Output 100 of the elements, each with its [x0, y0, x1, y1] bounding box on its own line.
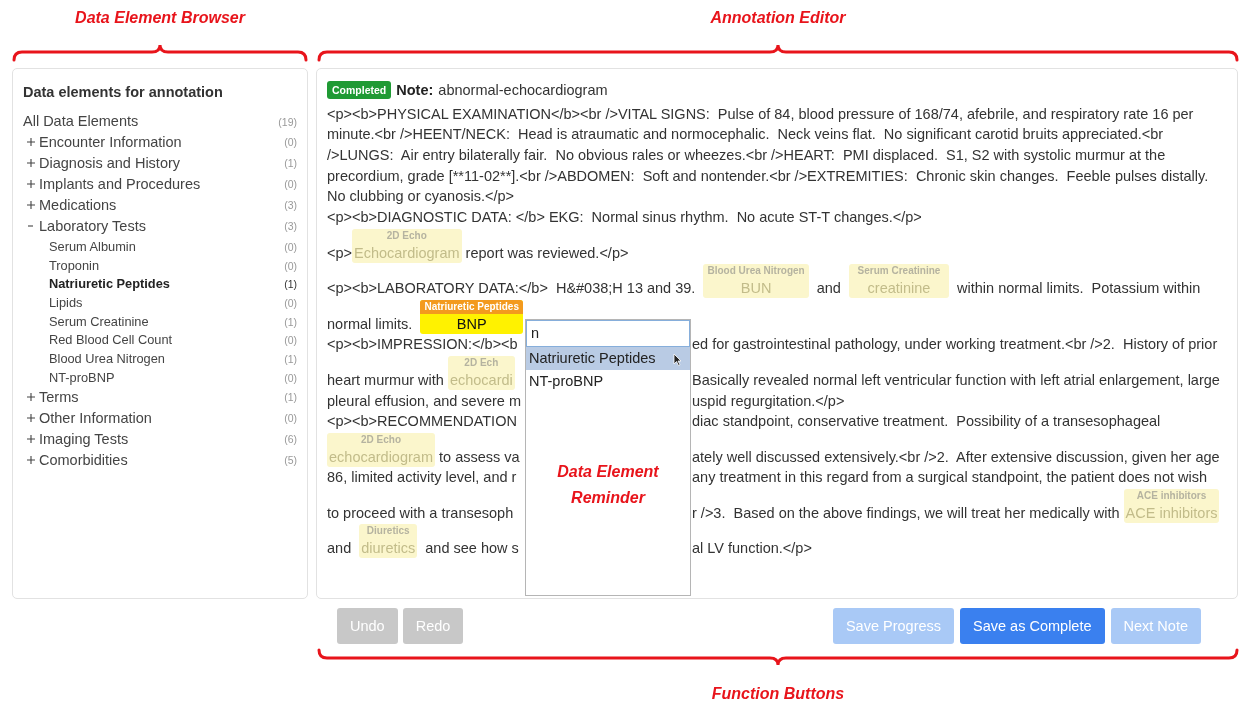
tree-item[interactable]: Other Information — [39, 409, 152, 426]
callout-label: Data Element — [557, 461, 659, 482]
item-count: (5) — [284, 453, 297, 466]
item-count: (3) — [284, 199, 297, 211]
note-text: <p><b>LABORATORY DATA:</b> H&#038;H 13 and 39. — [327, 279, 697, 299]
tree-item[interactable]: Serum Creatinine — [49, 313, 149, 329]
note-text: <p><b>IMPRESSION:</b><b — [327, 335, 518, 355]
note-text: and see how s — [424, 539, 519, 559]
annotation-label: 2D Ech — [463, 355, 500, 370]
annotation-label: Natriuretic Peptides — [420, 299, 523, 314]
plus-icon[interactable] — [27, 201, 35, 209]
annotation-label: Serum Creatinine — [856, 264, 942, 279]
annotation-label: Diuretics — [365, 524, 411, 539]
plus-icon[interactable] — [27, 455, 35, 464]
note-text: pleural effusion, and severe m — [327, 391, 521, 411]
status-badge: Completed — [327, 81, 392, 99]
item-count: (1) — [284, 390, 297, 403]
item-count: (0) — [284, 297, 297, 310]
note-text: ately well discussed extensively.<br />2. After extensive discussion, given her age — [692, 447, 1220, 467]
callout-label: Annotation Editor — [710, 8, 846, 28]
item-count: (1) — [284, 353, 297, 366]
note-text: Basically revealed normal left ventricular function with left atrial enlargement, large — [692, 370, 1220, 390]
minus-icon[interactable] — [27, 222, 35, 230]
note-text: and — [327, 539, 353, 559]
item-count: (1) — [284, 315, 297, 328]
item-count: (0) — [284, 334, 297, 347]
note-text: normal limits. — [327, 314, 414, 334]
annotated-text: echocardiogram — [328, 447, 434, 467]
annotation-highlight[interactable]: Natriuretic Peptides BNP — [420, 299, 523, 334]
annotation-label: Blood Urea Nitrogen — [706, 264, 806, 279]
item-count: (0) — [284, 136, 297, 148]
panel-title: Data elements for annotation — [23, 84, 224, 100]
note-text: and — [815, 279, 842, 299]
note-text: uspid regurgitation.</p> — [692, 391, 845, 411]
note-text: to assess va — [438, 447, 520, 467]
note-text: ed for gastrointestinal pathology, under working treatment.<br />2. History of prior — [692, 335, 1218, 355]
tree-item[interactable]: Lipids — [49, 295, 83, 311]
plus-icon[interactable] — [27, 413, 35, 422]
callout-label: Data Element Browser — [75, 8, 245, 28]
item-count: (1) — [284, 157, 297, 169]
note-text: diac standpoint, conservative treatment. Possibility of a transesophageal — [692, 412, 1161, 432]
annotation-label: ACE inhibitors — [1135, 488, 1208, 503]
item-count: (0) — [284, 411, 297, 424]
plus-icon[interactable] — [27, 138, 35, 146]
search-field[interactable]: n — [526, 319, 690, 347]
note-text: <p><b>RECOMMENDATION — [327, 412, 517, 432]
note-text: heart murmur with — [327, 370, 445, 390]
tree-item[interactable]: Encounter Information — [39, 134, 182, 150]
annotated-text: echocardi — [448, 370, 514, 390]
note-text: within normal limits. Potassium within — [956, 279, 1201, 299]
item-count: (3) — [284, 220, 297, 232]
tree-item[interactable]: Implants and Procedures — [39, 176, 201, 192]
tree-item[interactable]: Troponin — [49, 257, 100, 273]
tree-item[interactable]: NT-proBNP — [49, 369, 115, 385]
mouse-pointer-icon — [673, 352, 682, 366]
plus-icon[interactable] — [27, 392, 35, 401]
annotated-text: BNP — [455, 314, 488, 334]
annotated-text: BUN — [739, 279, 773, 299]
tree-item[interactable]: Terms — [39, 388, 79, 405]
item-count: (0) — [284, 259, 297, 272]
tree-item[interactable]: Red Blood Cell Count — [49, 332, 173, 348]
note-text: />LUNGS: Air entry bilaterally fair. No obvious rales or wheezes.<br />HEART: PMI displaced. S1, S2 with systolic murmur at the — [327, 146, 1166, 166]
note-text: No clubbing or cyanosis.</p> — [327, 187, 514, 207]
tree-item[interactable]: Imaging Tests — [39, 430, 129, 447]
suggestion-option[interactable]: NT-proBNP — [526, 369, 690, 393]
tree-item[interactable]: Blood Urea Nitrogen — [49, 351, 165, 367]
note-text: any treatment in this regard from a surgical standpoint, the patient does not wish — [692, 468, 1208, 488]
note-name: abnormal-echocardiogram — [438, 82, 608, 98]
tree-item[interactable]: All Data Elements — [23, 113, 139, 129]
plus-icon[interactable] — [27, 180, 35, 188]
plus-icon[interactable] — [27, 434, 35, 443]
tree-item[interactable]: Comorbidities — [39, 451, 128, 468]
annotation-label: 2D Echo — [385, 228, 428, 243]
annotated-text: Echocardiogram — [353, 243, 461, 263]
tree-item[interactable]: Natriuretic Peptides — [49, 276, 170, 292]
tree-item[interactable]: Medications — [39, 197, 117, 213]
note-text: <p><b>PHYSICAL EXAMINATION</b><br />VITAL SIGNS: Pulse of 84, blood pressure of 168/74, afebrile, and respiratory rate 16 per — [327, 104, 1194, 124]
item-count: (6) — [284, 432, 297, 445]
note-text: r />3. Based on the above findings, we will treat her medically with — [692, 503, 1121, 523]
tree-item[interactable]: Serum Albumin — [49, 239, 136, 254]
note-label: Note: — [396, 82, 434, 98]
item-count: (0) — [284, 371, 297, 384]
suggestion-option[interactable]: Natriuretic Peptides — [526, 346, 690, 370]
note-text: 86, limited activity level, and r — [327, 468, 517, 488]
tree-item[interactable]: Laboratory Tests — [39, 218, 146, 234]
note-text: al LV function.</p> — [692, 539, 812, 559]
item-count: (1) — [284, 278, 297, 291]
annotation-label: 2D Echo — [360, 432, 402, 447]
callout-label: Reminder — [571, 487, 645, 508]
annotated-text: creatinine — [866, 279, 932, 299]
item-count: (19) — [278, 116, 297, 128]
annotated-text: diuretics — [360, 539, 417, 559]
callout-label: Function Buttons — [711, 684, 845, 704]
note-text: minute.<br />HEENT/NECK: Head is atraumatic and normocephalic. Neck veins flat. No significant carotid bruits appreciated.<br — [327, 125, 1164, 145]
annotated-text: ACE inhibitors — [1124, 503, 1219, 523]
note-text: <p> — [327, 243, 352, 263]
note-text: to proceed with a transesoph — [327, 503, 514, 523]
action-button[interactable]: Save as Complete — [960, 608, 1105, 644]
plus-icon[interactable] — [27, 159, 35, 167]
tree-item[interactable]: Diagnosis and History — [39, 155, 181, 171]
